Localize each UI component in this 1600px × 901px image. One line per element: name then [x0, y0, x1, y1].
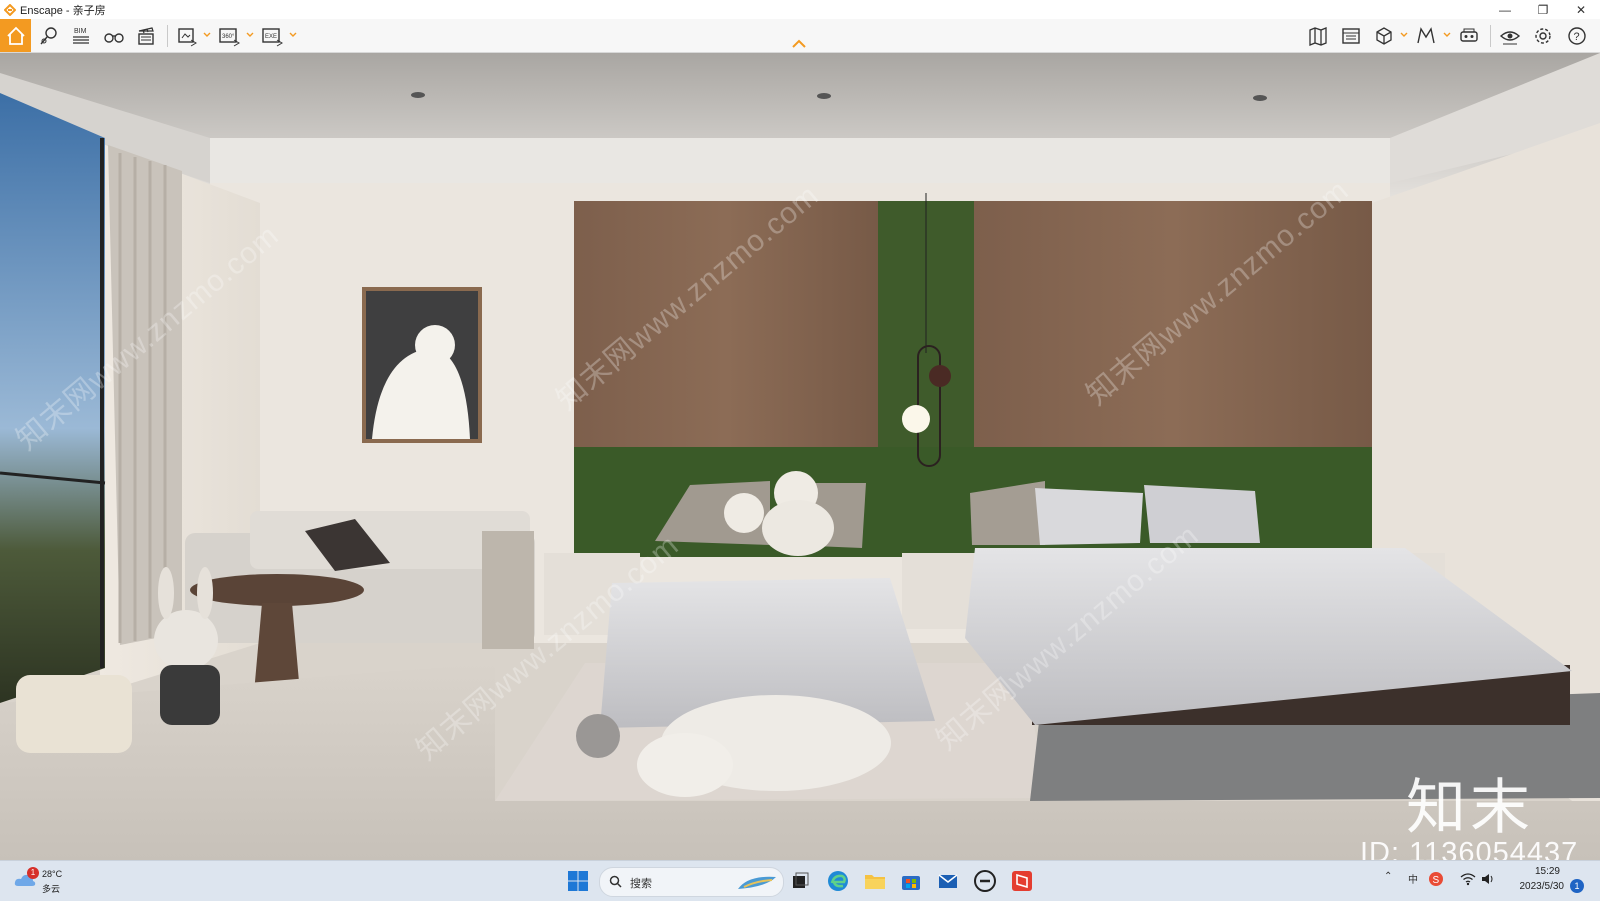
- tray-expand-icon[interactable]: ⌃: [1384, 871, 1392, 882]
- chevron-down-icon[interactable]: [289, 31, 297, 39]
- windows-taskbar: 1 28°C 多云 搜索 ⌃ 中 S 15:29 2023/5/30 1: [0, 860, 1600, 901]
- mail-icon[interactable]: [936, 869, 960, 893]
- exe-export-icon: EXE: [262, 27, 283, 46]
- panorama-360-icon: 360°: [219, 27, 240, 46]
- binoculars-button[interactable]: [99, 21, 129, 50]
- settings-gear-icon: [1535, 27, 1551, 44]
- chevron-down-icon[interactable]: [1400, 31, 1408, 39]
- volume-icon[interactable]: [1480, 871, 1496, 887]
- close-button[interactable]: ✕: [1562, 0, 1600, 19]
- search-highlight-icon: [738, 876, 776, 889]
- weather-condition: 多云: [42, 884, 61, 894]
- ime-indicator[interactable]: 中: [1408, 871, 1418, 886]
- sync-views-icon: [1417, 26, 1435, 43]
- sketchup-icon[interactable]: [1010, 869, 1034, 893]
- sync-views-button[interactable]: [1411, 21, 1441, 50]
- bim-button[interactable]: BIM: [66, 21, 96, 50]
- map-icon: [1309, 26, 1327, 46]
- toolbar-separator: [1490, 25, 1491, 47]
- file-explorer-icon[interactable]: [863, 869, 887, 893]
- windows-start-icon[interactable]: [566, 869, 590, 893]
- media-icon: [1342, 27, 1360, 44]
- svg-text:?: ?: [1574, 31, 1580, 43]
- visibility-button[interactable]: [1495, 21, 1525, 50]
- title-bar: Enscape - 亲子房 — ❐ ✕: [0, 0, 1600, 19]
- screenshot-export-icon: [178, 27, 197, 46]
- task-view-icon[interactable]: [788, 869, 812, 893]
- weather-badge: 1: [27, 867, 39, 879]
- screenshot-export-button[interactable]: [172, 21, 202, 50]
- sogou-input-icon[interactable]: S: [1428, 871, 1444, 887]
- svg-text:360°: 360°: [222, 34, 235, 40]
- store-icon[interactable]: [899, 869, 923, 893]
- toolbar-separator: [167, 25, 168, 47]
- restore-button[interactable]: ❐: [1524, 0, 1562, 19]
- dell-icon[interactable]: [973, 869, 997, 893]
- enscape-toolbar: BIM 360° EXE ?: [0, 19, 1600, 53]
- enscape-logo-icon: [4, 3, 16, 16]
- window-title: Enscape - 亲子房: [20, 4, 106, 17]
- close-icon: ✕: [1575, 2, 1587, 17]
- svg-text:BIM: BIM: [74, 28, 87, 35]
- settings-button[interactable]: [1528, 21, 1558, 50]
- asset-library-button[interactable]: [1369, 21, 1399, 50]
- asset-cube-icon: [1376, 26, 1392, 45]
- svg-text:S: S: [1433, 875, 1440, 886]
- chevron-down-icon[interactable]: [246, 31, 254, 39]
- notification-badge[interactable]: 1: [1570, 879, 1584, 893]
- clock-date[interactable]: 2023/5/30: [1496, 881, 1565, 892]
- bim-icon: BIM: [73, 28, 89, 44]
- panorama-export-button[interactable]: 360°: [214, 21, 244, 50]
- clapper-icon: [138, 26, 154, 45]
- search-placeholder: 搜索: [630, 878, 652, 890]
- video-editor-button[interactable]: [131, 21, 161, 50]
- vr-headset-button[interactable]: [1454, 21, 1484, 50]
- location-pin-icon: [40, 26, 57, 44]
- chevron-down-icon[interactable]: [203, 31, 211, 39]
- binoculars-icon: [104, 32, 124, 43]
- watermark-id: ID: 1136054437: [1360, 837, 1579, 860]
- help-icon: ?: [1568, 26, 1586, 45]
- vr-headset-icon: [1460, 28, 1478, 42]
- chevron-down-icon[interactable]: [1443, 31, 1451, 39]
- home-button[interactable]: [0, 19, 31, 52]
- render-viewport[interactable]: 知末网www.znzmo.com 知末网www.znzmo.com 知末网www…: [0, 53, 1600, 860]
- minimize-icon: —: [1499, 2, 1511, 17]
- exe-export-button[interactable]: EXE: [257, 21, 287, 50]
- weather-temp: 28°C: [42, 869, 63, 879]
- weather-widget[interactable]: 1 28°C 多云: [14, 867, 94, 895]
- wifi-icon[interactable]: [1460, 871, 1476, 887]
- map-button[interactable]: [1303, 21, 1333, 50]
- media-button[interactable]: [1336, 21, 1366, 50]
- home-icon: [6, 26, 25, 45]
- edge-browser-icon[interactable]: [826, 869, 850, 893]
- location-pin-button[interactable]: [34, 21, 64, 50]
- visibility-eye-icon: [1499, 30, 1521, 44]
- restore-icon: ❐: [1537, 2, 1549, 17]
- clock-time[interactable]: 15:29: [1510, 866, 1560, 877]
- collapse-toolbar-icon[interactable]: [791, 38, 807, 50]
- watermark-logo: 知末: [1406, 774, 1534, 841]
- search-icon: [609, 875, 622, 888]
- minimize-button[interactable]: —: [1486, 0, 1524, 19]
- svg-text:EXE: EXE: [265, 34, 277, 40]
- taskbar-search[interactable]: 搜索: [599, 867, 784, 897]
- help-button[interactable]: ?: [1562, 21, 1592, 50]
